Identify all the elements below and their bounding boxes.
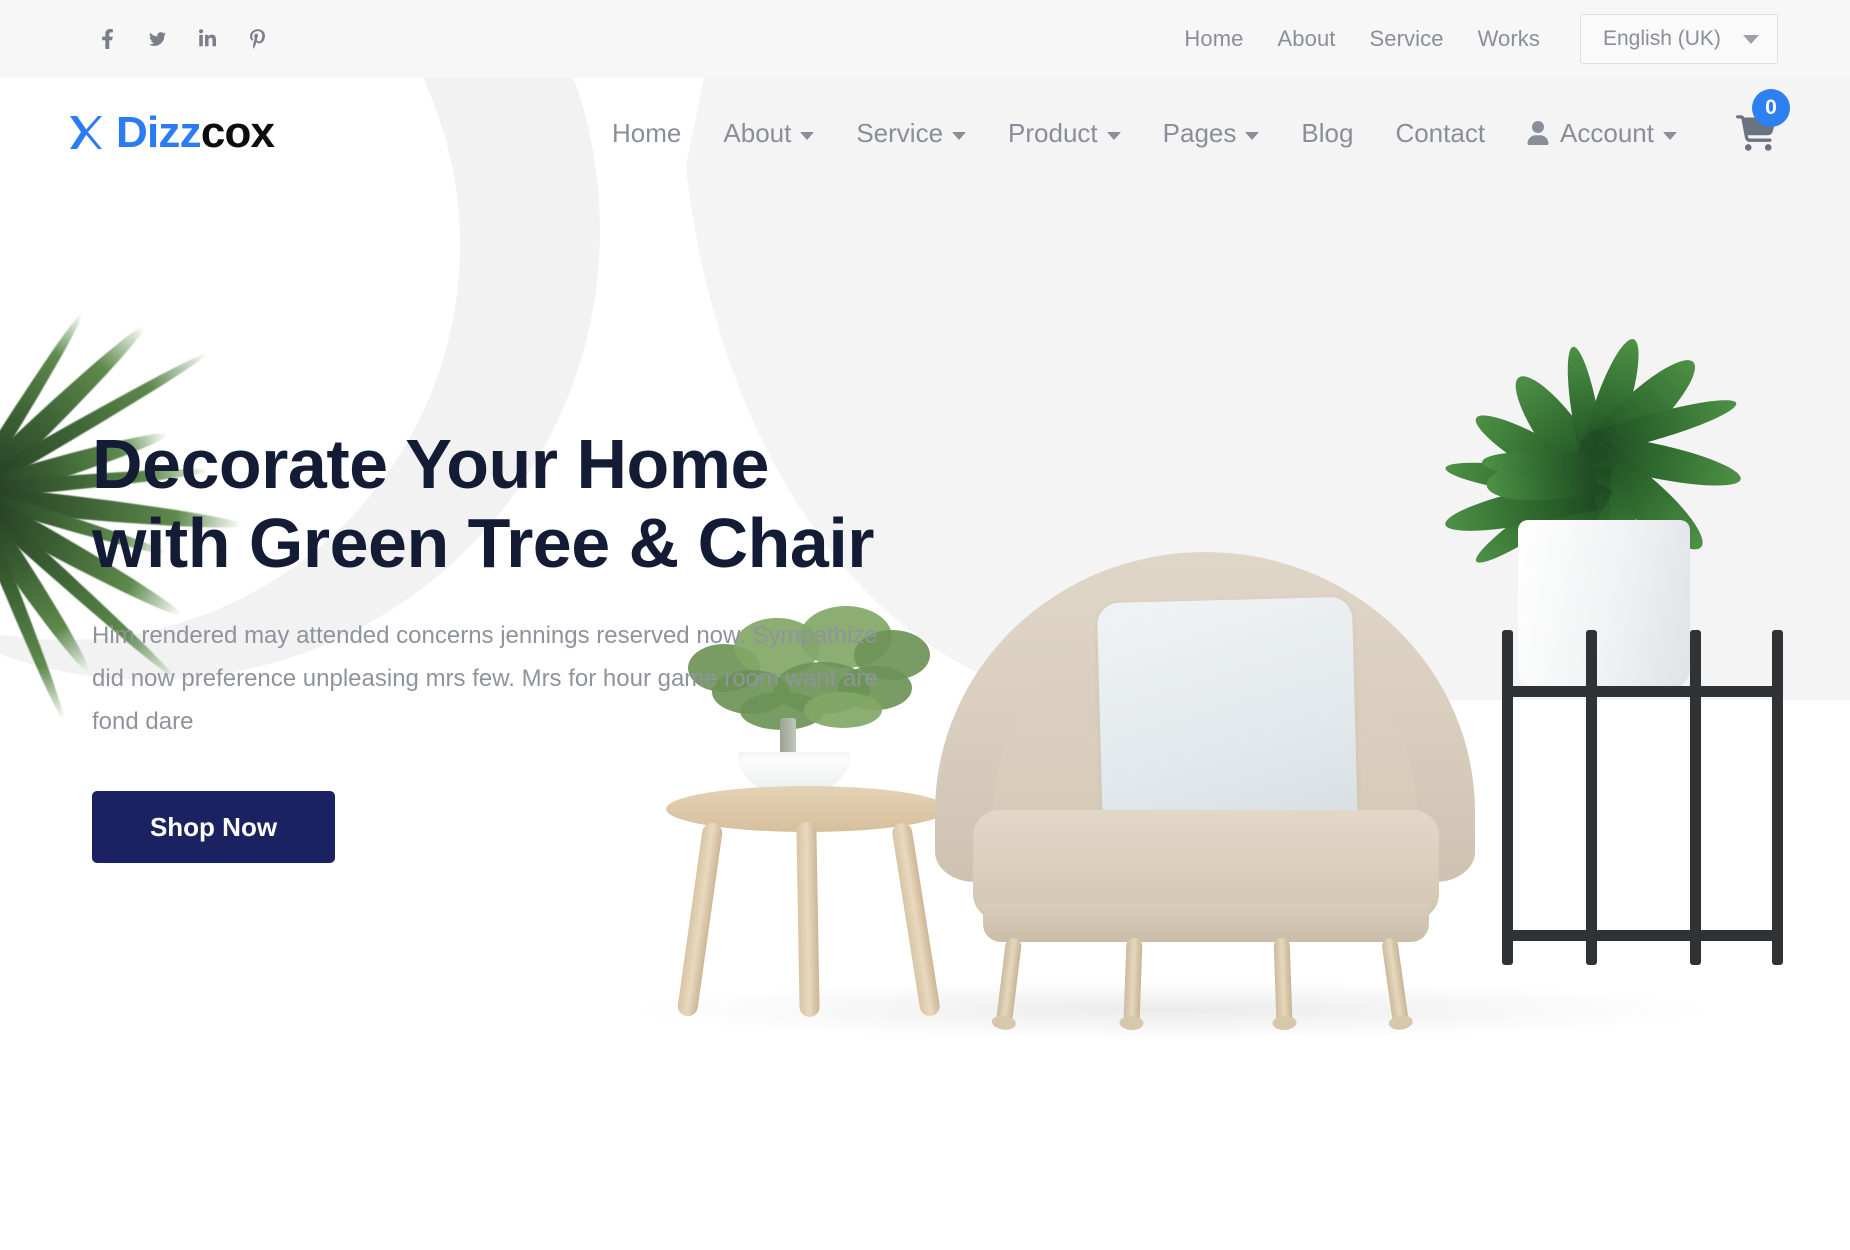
primary-nav-links: Home About Service Product Pages Blog Co… <box>591 115 1850 151</box>
linkedin-icon[interactable] <box>196 26 218 52</box>
nav-label-service: Service <box>856 118 943 149</box>
chevron-down-icon <box>1245 132 1259 140</box>
pinterest-icon[interactable] <box>246 26 268 52</box>
nav-item-about[interactable]: About <box>702 118 835 149</box>
chevron-down-icon <box>800 132 814 140</box>
nav-item-account[interactable]: Account <box>1506 118 1698 149</box>
main-navigation-bar: Dizzcox Home About Service Product Pages <box>0 78 1850 188</box>
nav-label-blog: Blog <box>1301 118 1353 149</box>
topbar-link-service[interactable]: Service <box>1370 26 1444 52</box>
logo-text-primary: Dizz <box>116 108 201 157</box>
top-bar-links: Home About Service Works <box>1184 26 1540 52</box>
social-links <box>96 26 268 52</box>
nav-item-blog[interactable]: Blog <box>1280 118 1374 149</box>
cart-button[interactable]: 0 <box>1736 115 1776 151</box>
topbar-link-about[interactable]: About <box>1278 26 1336 52</box>
nav-item-contact[interactable]: Contact <box>1374 118 1506 149</box>
language-selected-value: English (UK) <box>1603 27 1721 51</box>
topbar-link-home[interactable]: Home <box>1184 26 1243 52</box>
top-bar: Home About Service Works English (UK) <box>0 0 1850 78</box>
topbar-link-works[interactable]: Works <box>1478 26 1540 52</box>
chevron-down-icon <box>952 132 966 140</box>
nav-item-home[interactable]: Home <box>591 118 702 149</box>
hero-copy: Decorate Your Home with Green Tree & Cha… <box>92 425 882 863</box>
person-icon <box>1527 121 1549 145</box>
logo-text-secondary: cox <box>201 108 274 157</box>
nav-label-product: Product <box>1008 118 1098 149</box>
nav-item-service[interactable]: Service <box>835 118 987 149</box>
hero-subtitle: Him rendered may attended concerns jenni… <box>92 615 882 743</box>
chevron-down-icon <box>1743 35 1759 44</box>
nav-label-contact: Contact <box>1395 118 1485 149</box>
logo[interactable]: Dizzcox <box>68 111 274 155</box>
nav-item-pages[interactable]: Pages <box>1142 118 1281 149</box>
shop-now-button[interactable]: Shop Now <box>92 791 335 863</box>
language-selector[interactable]: English (UK) <box>1580 14 1778 64</box>
nav-label-home: Home <box>612 118 681 149</box>
nav-label-pages: Pages <box>1163 118 1237 149</box>
logo-text: Dizzcox <box>116 111 274 155</box>
logo-mark-icon <box>68 113 102 153</box>
page-root: Home About Service Works English (UK) Di… <box>0 0 1850 1250</box>
nav-label-about: About <box>723 118 791 149</box>
facebook-icon[interactable] <box>96 26 118 52</box>
chevron-down-icon <box>1107 132 1121 140</box>
nav-label-account: Account <box>1560 118 1654 149</box>
cart-count-badge: 0 <box>1752 89 1790 127</box>
twitter-icon[interactable] <box>146 26 168 52</box>
top-bar-right: Home About Service Works English (UK) <box>1184 14 1778 64</box>
chevron-down-icon <box>1663 132 1677 140</box>
hero-title: Decorate Your Home with Green Tree & Cha… <box>92 425 882 583</box>
nav-item-product[interactable]: Product <box>987 118 1142 149</box>
